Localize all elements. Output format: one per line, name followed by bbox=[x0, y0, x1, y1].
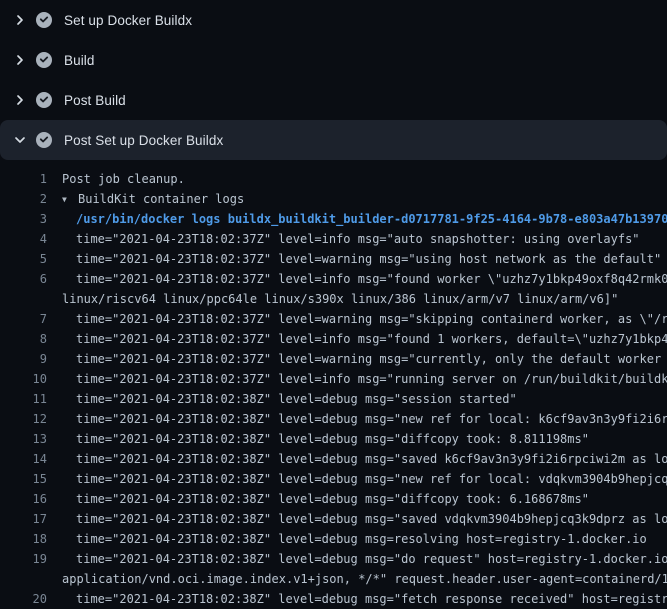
log-line-text: time="2021-04-23T18:02:38Z" level=debug … bbox=[47, 389, 667, 409]
check-circle-icon bbox=[36, 92, 52, 108]
log-line: 19time="2021-04-23T18:02:38Z" level=debu… bbox=[0, 549, 667, 569]
log-line-number[interactable]: 13 bbox=[0, 429, 47, 449]
chevron-right-icon bbox=[12, 12, 28, 28]
log-line-text: time="2021-04-23T18:02:38Z" level=debug … bbox=[47, 549, 667, 569]
workflow-steps-list: Set up Docker Buildx Build Post Build Po… bbox=[0, 0, 667, 160]
step-label: Build bbox=[64, 53, 95, 68]
log-line-number[interactable]: 6 bbox=[0, 269, 47, 289]
chevron-down-icon bbox=[12, 132, 28, 148]
log-line: 7time="2021-04-23T18:02:37Z" level=warni… bbox=[0, 309, 667, 329]
log-line-number[interactable]: 8 bbox=[0, 329, 47, 349]
log-line-text: /usr/bin/docker logs buildx_buildkit_bui… bbox=[47, 209, 667, 229]
log-line-text: time="2021-04-23T18:02:37Z" level=warnin… bbox=[47, 309, 667, 329]
log-line: 11time="2021-04-23T18:02:38Z" level=debu… bbox=[0, 389, 667, 409]
log-line-number[interactable]: 7 bbox=[0, 309, 47, 329]
log-line: 9time="2021-04-23T18:02:37Z" level=warni… bbox=[0, 349, 667, 369]
log-line-text: time="2021-04-23T18:02:37Z" level=warnin… bbox=[47, 249, 667, 269]
log-line-number[interactable]: 12 bbox=[0, 409, 47, 429]
chevron-right-icon bbox=[12, 92, 28, 108]
step-header-set-up-docker-buildx[interactable]: Set up Docker Buildx bbox=[0, 0, 667, 40]
log-line-text: time="2021-04-23T18:02:38Z" level=debug … bbox=[47, 429, 667, 449]
caret-down-icon[interactable]: ▼ bbox=[62, 190, 78, 209]
log-line-number[interactable]: 20 bbox=[0, 589, 47, 609]
log-line: 12time="2021-04-23T18:02:38Z" level=debu… bbox=[0, 409, 667, 429]
log-line-text: time="2021-04-23T18:02:38Z" level=debug … bbox=[47, 469, 667, 489]
check-circle-icon bbox=[36, 132, 52, 148]
log-line: 1Post job cleanup. bbox=[0, 169, 667, 189]
log-line-number bbox=[0, 569, 47, 589]
step-header-post-set-up-docker-buildx[interactable]: Post Set up Docker Buildx bbox=[0, 120, 667, 160]
step-label: Set up Docker Buildx bbox=[64, 13, 192, 28]
log-line-number[interactable]: 18 bbox=[0, 529, 47, 549]
log-line: 13time="2021-04-23T18:02:38Z" level=debu… bbox=[0, 429, 667, 449]
check-circle-icon bbox=[36, 52, 52, 68]
log-line-text: linux/riscv64 linux/ppc64le linux/s390x … bbox=[47, 289, 667, 309]
log-line-text: time="2021-04-23T18:02:38Z" level=debug … bbox=[47, 409, 667, 429]
log-line-number[interactable]: 16 bbox=[0, 489, 47, 509]
log-line: 4time="2021-04-23T18:02:37Z" level=info … bbox=[0, 229, 667, 249]
log-line-number[interactable]: 14 bbox=[0, 449, 47, 469]
step-label: Post Set up Docker Buildx bbox=[64, 133, 223, 148]
log-line-text: time="2021-04-23T18:02:37Z" level=warnin… bbox=[47, 349, 667, 369]
log-line-text: time="2021-04-23T18:02:38Z" level=debug … bbox=[47, 449, 667, 469]
log-line: 17time="2021-04-23T18:02:38Z" level=debu… bbox=[0, 509, 667, 529]
log-line: 16time="2021-04-23T18:02:38Z" level=debu… bbox=[0, 489, 667, 509]
log-line-text: ▼BuildKit container logs bbox=[47, 189, 667, 209]
log-line-number[interactable]: 11 bbox=[0, 389, 47, 409]
log-line-text: time="2021-04-23T18:02:37Z" level=info m… bbox=[47, 269, 667, 289]
log-line-number[interactable]: 9 bbox=[0, 349, 47, 369]
log-line-text: time="2021-04-23T18:02:37Z" level=info m… bbox=[47, 329, 667, 349]
log-line-text: time="2021-04-23T18:02:38Z" level=debug … bbox=[47, 589, 667, 609]
log-line-text: application/vnd.oci.image.index.v1+json,… bbox=[47, 569, 667, 589]
log-line-number[interactable]: 19 bbox=[0, 549, 47, 569]
log-line-number[interactable]: 2 bbox=[0, 189, 47, 209]
log-line: linux/riscv64 linux/ppc64le linux/s390x … bbox=[0, 289, 667, 309]
log-line: 20time="2021-04-23T18:02:38Z" level=debu… bbox=[0, 589, 667, 609]
log-line-number[interactable]: 10 bbox=[0, 369, 47, 389]
check-circle-icon bbox=[36, 12, 52, 28]
log-line-number[interactable]: 17 bbox=[0, 509, 47, 529]
log-line-text: time="2021-04-23T18:02:38Z" level=debug … bbox=[47, 529, 667, 549]
step-header-build[interactable]: Build bbox=[0, 40, 667, 80]
log-line: 2▼BuildKit container logs bbox=[0, 189, 667, 209]
log-viewer: 1Post job cleanup.2▼BuildKit container l… bbox=[0, 160, 667, 609]
log-line: application/vnd.oci.image.index.v1+json,… bbox=[0, 569, 667, 589]
log-line: 8time="2021-04-23T18:02:37Z" level=info … bbox=[0, 329, 667, 349]
log-line-number[interactable]: 15 bbox=[0, 469, 47, 489]
log-line-text: time="2021-04-23T18:02:38Z" level=debug … bbox=[47, 509, 667, 529]
chevron-right-icon bbox=[12, 52, 28, 68]
log-line-number[interactable]: 1 bbox=[0, 169, 47, 189]
log-line: 15time="2021-04-23T18:02:38Z" level=debu… bbox=[0, 469, 667, 489]
log-line: 5time="2021-04-23T18:02:37Z" level=warni… bbox=[0, 249, 667, 269]
log-line-text: time="2021-04-23T18:02:38Z" level=debug … bbox=[47, 489, 667, 509]
log-line-number[interactable]: 3 bbox=[0, 209, 47, 229]
log-line-text: time="2021-04-23T18:02:37Z" level=info m… bbox=[47, 369, 667, 389]
log-line: 6time="2021-04-23T18:02:37Z" level=info … bbox=[0, 269, 667, 289]
log-line: 10time="2021-04-23T18:02:37Z" level=info… bbox=[0, 369, 667, 389]
log-line-number[interactable]: 4 bbox=[0, 229, 47, 249]
log-line-text: Post job cleanup. bbox=[47, 169, 667, 189]
step-header-post-build[interactable]: Post Build bbox=[0, 80, 667, 120]
log-line: 14time="2021-04-23T18:02:38Z" level=debu… bbox=[0, 449, 667, 469]
log-line: 18time="2021-04-23T18:02:38Z" level=debu… bbox=[0, 529, 667, 549]
log-group-label[interactable]: BuildKit container logs bbox=[78, 192, 244, 206]
log-line-text: time="2021-04-23T18:02:37Z" level=info m… bbox=[47, 229, 667, 249]
step-label: Post Build bbox=[64, 93, 126, 108]
log-line-number bbox=[0, 289, 47, 309]
log-line-number[interactable]: 5 bbox=[0, 249, 47, 269]
log-line: 3/usr/bin/docker logs buildx_buildkit_bu… bbox=[0, 209, 667, 229]
